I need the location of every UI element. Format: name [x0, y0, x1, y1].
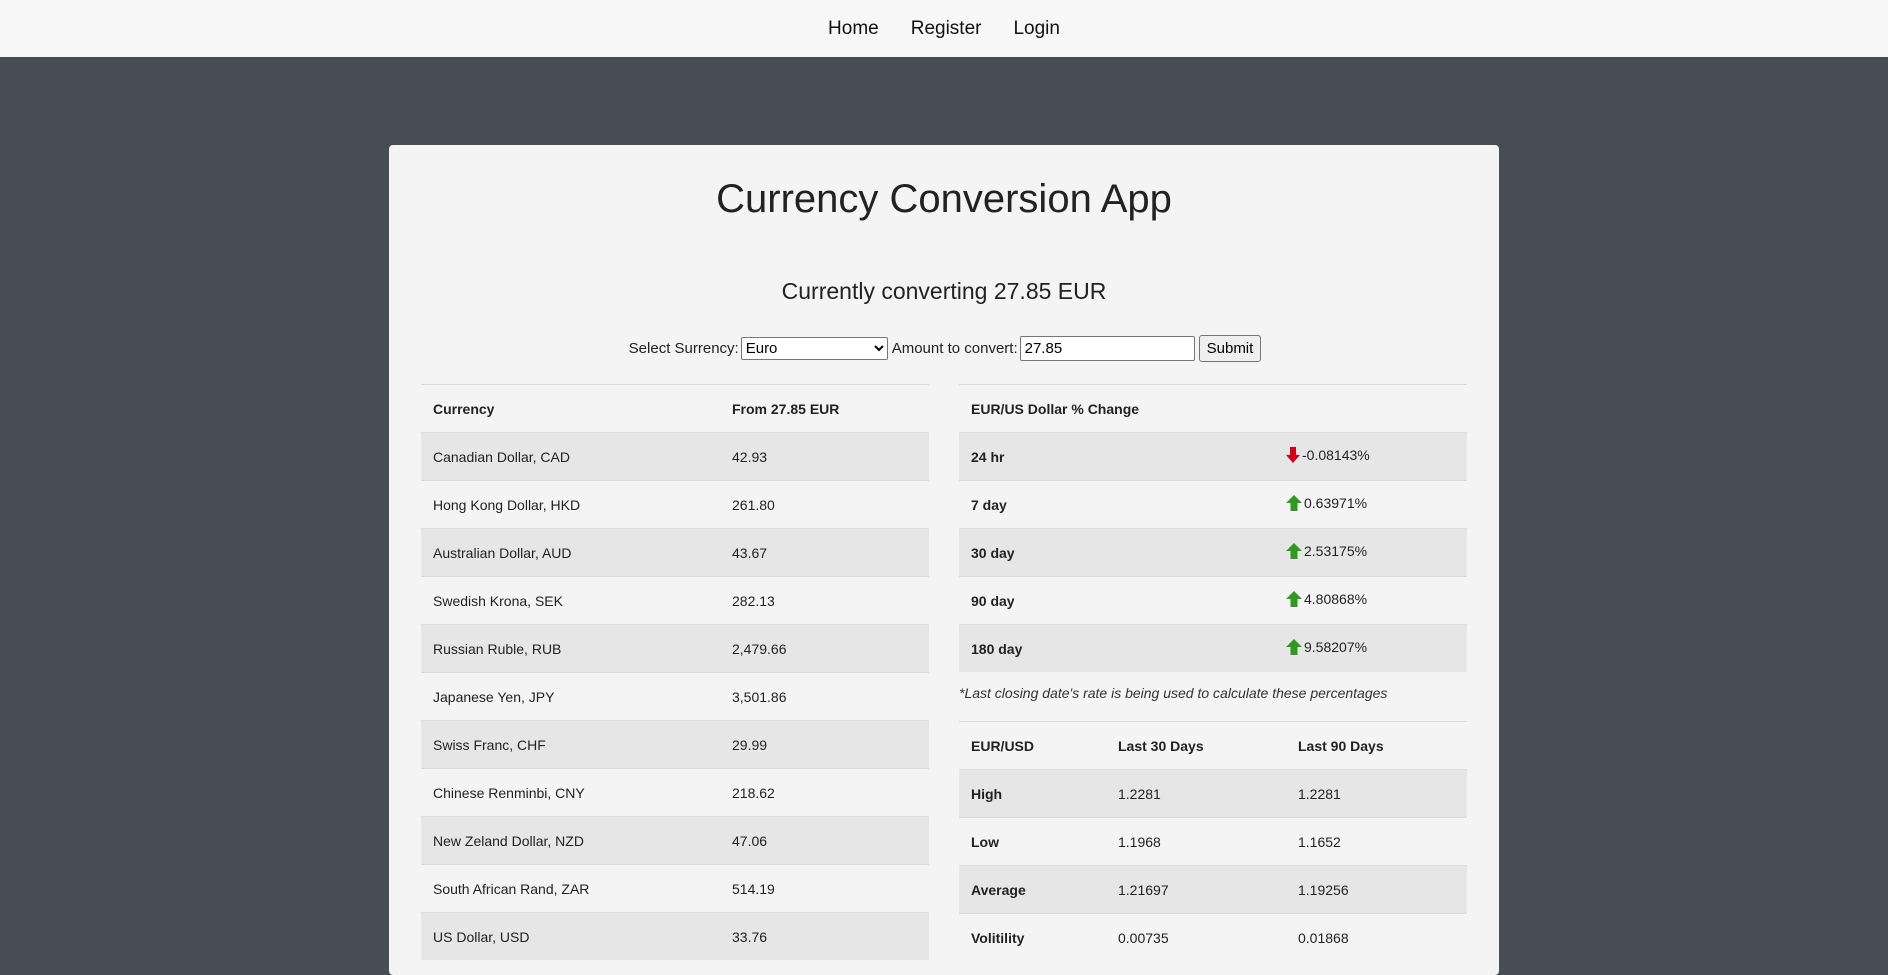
table-row: Australian Dollar, AUD 43.67	[421, 528, 929, 577]
nav-login-link[interactable]: Login	[997, 18, 1076, 40]
currency-amount: 2,479.66	[732, 640, 787, 657]
stats-header-90: Last 90 Days	[1298, 737, 1384, 754]
top-nav: Home Register Login	[0, 0, 1888, 57]
stat-30-value: 1.21697	[1118, 881, 1169, 898]
currency-amount: 33.76	[732, 928, 768, 945]
table-row: Hong Kong Dollar, HKD 261.80	[421, 480, 929, 529]
nav-register-link[interactable]: Register	[895, 18, 998, 40]
table-row: Chinese Renminbi, CNY 218.62	[421, 768, 929, 817]
percent-change-table: EUR/US Dollar % Change 24 hr -0.08143% 7…	[959, 384, 1467, 672]
change-value-cell: 2.53175%	[1274, 529, 1467, 577]
change-value: 9.58207%	[1304, 639, 1368, 656]
currency-amount: 282.13	[732, 592, 775, 609]
currency-name: Hong Kong Dollar, HKD	[433, 496, 581, 513]
submit-button[interactable]: Submit	[1198, 335, 1262, 362]
conversion-table: Currency From 27.85 EUR Canadian Dollar,…	[421, 384, 929, 960]
stats-header-pair: EUR/USD	[971, 737, 1035, 754]
amount-label: Amount to convert:	[891, 340, 1018, 357]
eur-usd-stats-table: EUR/USD Last 30 Days Last 90 Days High 1.…	[959, 721, 1467, 961]
arrow-up-icon	[1286, 639, 1302, 658]
arrow-up-icon	[1286, 543, 1302, 562]
main-card: Currency Conversion App Currently conver…	[389, 145, 1499, 975]
currency-name: Japanese Yen, JPY	[433, 688, 555, 705]
stat-30-value: 1.1968	[1118, 833, 1161, 850]
change-value-cell: 9.58207%	[1274, 625, 1467, 673]
table-row: Canadian Dollar, CAD 42.93	[421, 432, 929, 481]
table-row: Swedish Krona, SEK 282.13	[421, 576, 929, 625]
currency-name: US Dollar, USD	[433, 928, 530, 945]
table-row: 180 day 9.58207%	[959, 624, 1467, 673]
stat-90-value: 1.2281	[1298, 785, 1341, 802]
arrow-up-icon	[1286, 591, 1302, 610]
table-row: South African Rand, ZAR 514.19	[421, 864, 929, 913]
page-title: Currency Conversion App	[716, 177, 1172, 221]
table-row: Japanese Yen, JPY 3,501.86	[421, 672, 929, 721]
change-period: 90 day	[971, 592, 1015, 609]
table-row: Volitility 0.00735 0.01868	[959, 913, 1467, 962]
percent-change-header-blank	[1274, 384, 1467, 433]
change-period: 24 hr	[971, 448, 1005, 465]
amount-input[interactable]	[1019, 336, 1195, 361]
conversion-header-amount: From 27.85 EUR	[732, 400, 840, 417]
arrow-up-icon	[1286, 495, 1302, 514]
table-row: High 1.2281 1.2281	[959, 769, 1467, 818]
currency-amount: 42.93	[732, 448, 768, 465]
currency-amount: 261.80	[732, 496, 775, 513]
change-value: 4.80868%	[1304, 591, 1368, 608]
currency-name: Swiss Franc, CHF	[433, 736, 546, 753]
currency-amount: 3,501.86	[732, 688, 787, 705]
change-value: 2.53175%	[1304, 543, 1368, 560]
table-row: 24 hr -0.08143%	[959, 432, 1467, 481]
change-value: 0.63971%	[1304, 495, 1368, 512]
currency-name: Swedish Krona, SEK	[433, 592, 563, 609]
stat-label: High	[971, 785, 1003, 802]
percent-change-header: EUR/US Dollar % Change	[971, 400, 1140, 417]
currency-name: Canadian Dollar, CAD	[433, 448, 570, 465]
currency-name: New Zeland Dollar, NZD	[433, 832, 584, 849]
currency-amount: 43.67	[732, 544, 768, 561]
table-row: Swiss Franc, CHF 29.99	[421, 720, 929, 769]
table-row: 30 day 2.53175%	[959, 528, 1467, 577]
stat-label: Low	[971, 833, 999, 850]
change-period: 180 day	[971, 640, 1023, 657]
nav-home-link[interactable]: Home	[812, 18, 895, 40]
currency-name: Australian Dollar, AUD	[433, 544, 572, 561]
currency-select[interactable]: Euro	[740, 337, 888, 360]
change-value-cell: -0.08143%	[1274, 433, 1467, 481]
table-row: Low 1.1968 1.1652	[959, 817, 1467, 866]
currency-name: Russian Ruble, RUB	[433, 640, 562, 657]
change-period: 7 day	[971, 496, 1007, 513]
currency-name: South African Rand, ZAR	[433, 880, 590, 897]
change-period: 30 day	[971, 544, 1015, 561]
arrow-down-icon	[1286, 447, 1300, 466]
stat-label: Average	[971, 881, 1026, 898]
conversion-subtitle: Currently converting 27.85 EUR	[781, 278, 1107, 304]
conversion-form: Select Surrency: Euro Amount to convert:…	[389, 335, 1499, 362]
currency-amount: 29.99	[732, 736, 768, 753]
table-row: 90 day 4.80868%	[959, 576, 1467, 625]
change-value: -0.08143%	[1302, 447, 1370, 464]
table-row: Russian Ruble, RUB 2,479.66	[421, 624, 929, 673]
table-row: US Dollar, USD 33.76	[421, 912, 929, 960]
stat-30-value: 1.2281	[1118, 785, 1161, 802]
table-row: New Zeland Dollar, NZD 47.06	[421, 816, 929, 865]
change-value-cell: 0.63971%	[1274, 481, 1467, 529]
stat-90-value: 1.19256	[1298, 881, 1349, 898]
currency-amount: 218.62	[732, 784, 775, 801]
stats-header-30: Last 30 Days	[1118, 737, 1204, 754]
currency-amount: 47.06	[732, 832, 768, 849]
table-row: Average 1.21697 1.19256	[959, 865, 1467, 914]
currency-select-label: Select Surrency:	[628, 340, 739, 357]
stat-90-value: 1.1652	[1298, 833, 1341, 850]
conversion-header-currency: Currency	[433, 400, 495, 417]
table-row: 7 day 0.63971%	[959, 480, 1467, 529]
stat-90-value: 0.01868	[1298, 929, 1349, 946]
currency-name: Chinese Renminbi, CNY	[433, 784, 585, 801]
currency-amount: 514.19	[732, 880, 775, 897]
stat-label: Volitility	[971, 929, 1025, 946]
stat-30-value: 0.00735	[1118, 929, 1169, 946]
percentage-note: *Last closing date's rate is being used …	[959, 685, 1388, 701]
change-value-cell: 4.80868%	[1274, 577, 1467, 625]
